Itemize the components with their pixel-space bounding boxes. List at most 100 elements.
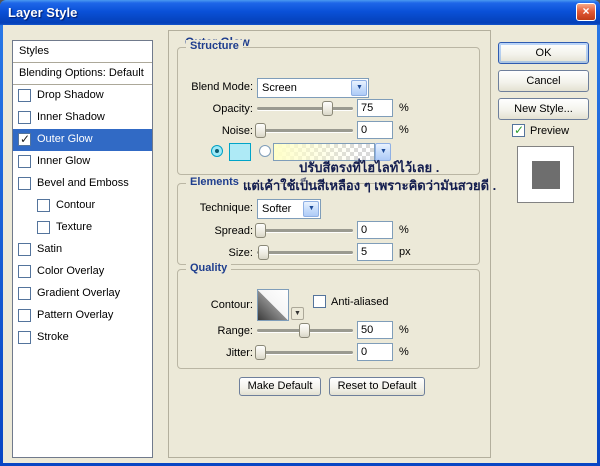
- technique-value: Softer: [262, 203, 292, 215]
- ok-button[interactable]: OK: [498, 42, 589, 64]
- elements-legend: Elements: [186, 176, 243, 188]
- contour-picker[interactable]: [257, 289, 289, 321]
- gradient-radio[interactable]: [259, 145, 271, 157]
- jitter-input[interactable]: [357, 343, 393, 361]
- spread-label: Spread:: [214, 225, 253, 237]
- contour-checkbox[interactable]: [37, 199, 50, 212]
- list-item-label: Outer Glow: [37, 133, 93, 145]
- list-item-label: Styles: [19, 45, 49, 57]
- window-title: Layer Style: [8, 5, 78, 20]
- noise-unit: %: [399, 124, 409, 136]
- list-item-pattern-overlay[interactable]: Pattern Overlay: [13, 305, 152, 327]
- inner-shadow-checkbox[interactable]: [18, 111, 31, 124]
- pattern-overlay-checkbox[interactable]: [18, 309, 31, 322]
- titlebar[interactable]: Layer Style ×: [0, 0, 600, 25]
- list-item-label: Inner Glow: [37, 155, 91, 167]
- reset-to-default-button[interactable]: Reset to Default: [329, 377, 425, 396]
- noise-slider[interactable]: [254, 123, 353, 138]
- preview-swatch: [532, 161, 560, 189]
- technique-label: Technique:: [199, 202, 253, 214]
- blend-mode-select[interactable]: Screen: [257, 78, 369, 98]
- opacity-input[interactable]: [357, 99, 393, 117]
- satin-checkbox[interactable]: [18, 243, 31, 256]
- spread-slider-track[interactable]: [257, 229, 353, 232]
- range-slider[interactable]: [257, 323, 353, 338]
- list-item-inner-glow[interactable]: Inner Glow: [13, 151, 152, 173]
- opacity-slider-track[interactable]: [257, 107, 353, 110]
- list-item-stroke[interactable]: Stroke: [13, 327, 152, 349]
- size-input[interactable]: [357, 243, 393, 261]
- technique-select[interactable]: Softer: [257, 199, 321, 219]
- noise-slider-thumb[interactable]: [254, 123, 266, 138]
- chevron-down-icon[interactable]: [303, 201, 319, 217]
- stroke-checkbox[interactable]: [18, 331, 31, 344]
- chevron-down-icon[interactable]: [351, 80, 367, 96]
- inner-glow-checkbox[interactable]: [18, 155, 31, 168]
- size-slider[interactable]: [257, 245, 353, 260]
- noise-label: Noise:: [221, 125, 253, 137]
- annotation-line2: แต่เค้าใช้เป็นสีเหลือง ๆ เพราะคิดว่ามันส…: [243, 178, 497, 193]
- noise-input[interactable]: [357, 121, 393, 139]
- make-default-button[interactable]: Make Default: [239, 377, 321, 396]
- gradient-overlay-checkbox[interactable]: [18, 287, 31, 300]
- list-item-bevel-and-emboss[interactable]: Bevel and Emboss: [13, 173, 152, 195]
- anti-aliased-label: Anti-aliased: [331, 296, 389, 308]
- list-item-color-overlay[interactable]: Color Overlay: [13, 261, 152, 283]
- solid-color-radio[interactable]: [211, 145, 223, 157]
- layer-style-dialog: Layer Style × Styles Blending Options: D…: [0, 0, 600, 466]
- spread-slider-thumb[interactable]: [254, 223, 266, 238]
- list-item-label: Pattern Overlay: [37, 309, 114, 321]
- list-item-label: Color Overlay: [37, 265, 105, 277]
- size-slider-track[interactable]: [257, 251, 353, 254]
- list-item-blending-options[interactable]: Blending Options: Default: [13, 63, 152, 85]
- size-label: Size:: [228, 247, 253, 259]
- spread-input[interactable]: [357, 221, 393, 239]
- size-unit: px: [399, 246, 411, 258]
- list-item-label: Inner Shadow: [37, 111, 105, 123]
- list-item-styles[interactable]: Styles: [13, 41, 152, 63]
- new-style-button[interactable]: New Style...: [498, 98, 589, 120]
- quality-legend: Quality: [186, 262, 232, 274]
- jitter-slider[interactable]: [254, 345, 353, 360]
- bevel-emboss-checkbox[interactable]: [18, 177, 31, 190]
- list-item-outer-glow[interactable]: Outer Glow: [13, 129, 152, 151]
- outer-glow-panel: Outer Glow Structure Blend Mode: Screen …: [168, 30, 496, 458]
- spread-slider[interactable]: [254, 223, 353, 238]
- list-item-drop-shadow[interactable]: Drop Shadow: [13, 85, 152, 107]
- list-item-label: Drop Shadow: [37, 89, 104, 101]
- blend-mode-label: Blend Mode:: [191, 81, 253, 93]
- color-overlay-checkbox[interactable]: [18, 265, 31, 278]
- list-item-satin[interactable]: Satin: [13, 239, 152, 261]
- jitter-slider-track[interactable]: [257, 351, 353, 354]
- contour-chevron-down-icon[interactable]: [291, 307, 304, 320]
- list-item-contour[interactable]: Contour: [13, 195, 152, 217]
- close-button[interactable]: ×: [576, 3, 596, 21]
- cancel-button[interactable]: Cancel: [498, 70, 589, 92]
- size-slider-thumb[interactable]: [257, 245, 269, 260]
- drop-shadow-checkbox[interactable]: [18, 89, 31, 102]
- list-item-texture[interactable]: Texture: [13, 217, 152, 239]
- jitter-unit: %: [399, 346, 409, 358]
- contour-label: Contour:: [210, 299, 253, 311]
- close-icon: ×: [582, 4, 590, 18]
- list-item-label: Gradient Overlay: [37, 287, 121, 299]
- range-label: Range:: [217, 325, 253, 337]
- range-input[interactable]: [357, 321, 393, 339]
- spread-unit: %: [399, 224, 409, 236]
- list-item-gradient-overlay[interactable]: Gradient Overlay: [13, 283, 152, 305]
- opacity-label: Opacity:: [212, 103, 253, 115]
- list-item-label: Blending Options: Default: [19, 67, 144, 79]
- texture-checkbox[interactable]: [37, 221, 50, 234]
- range-slider-thumb[interactable]: [299, 323, 311, 338]
- jitter-slider-thumb[interactable]: [254, 345, 266, 360]
- list-item-label: Contour: [56, 199, 96, 211]
- noise-slider-track[interactable]: [257, 129, 353, 132]
- anti-aliased-checkbox[interactable]: [313, 295, 326, 308]
- opacity-slider[interactable]: [257, 101, 353, 116]
- list-item-label: Stroke: [37, 331, 69, 343]
- preview-checkbox[interactable]: [512, 123, 525, 137]
- glow-color-swatch[interactable]: [229, 143, 251, 161]
- outer-glow-checkbox[interactable]: [18, 132, 31, 146]
- opacity-slider-thumb[interactable]: [322, 101, 334, 116]
- list-item-inner-shadow[interactable]: Inner Shadow: [13, 107, 152, 129]
